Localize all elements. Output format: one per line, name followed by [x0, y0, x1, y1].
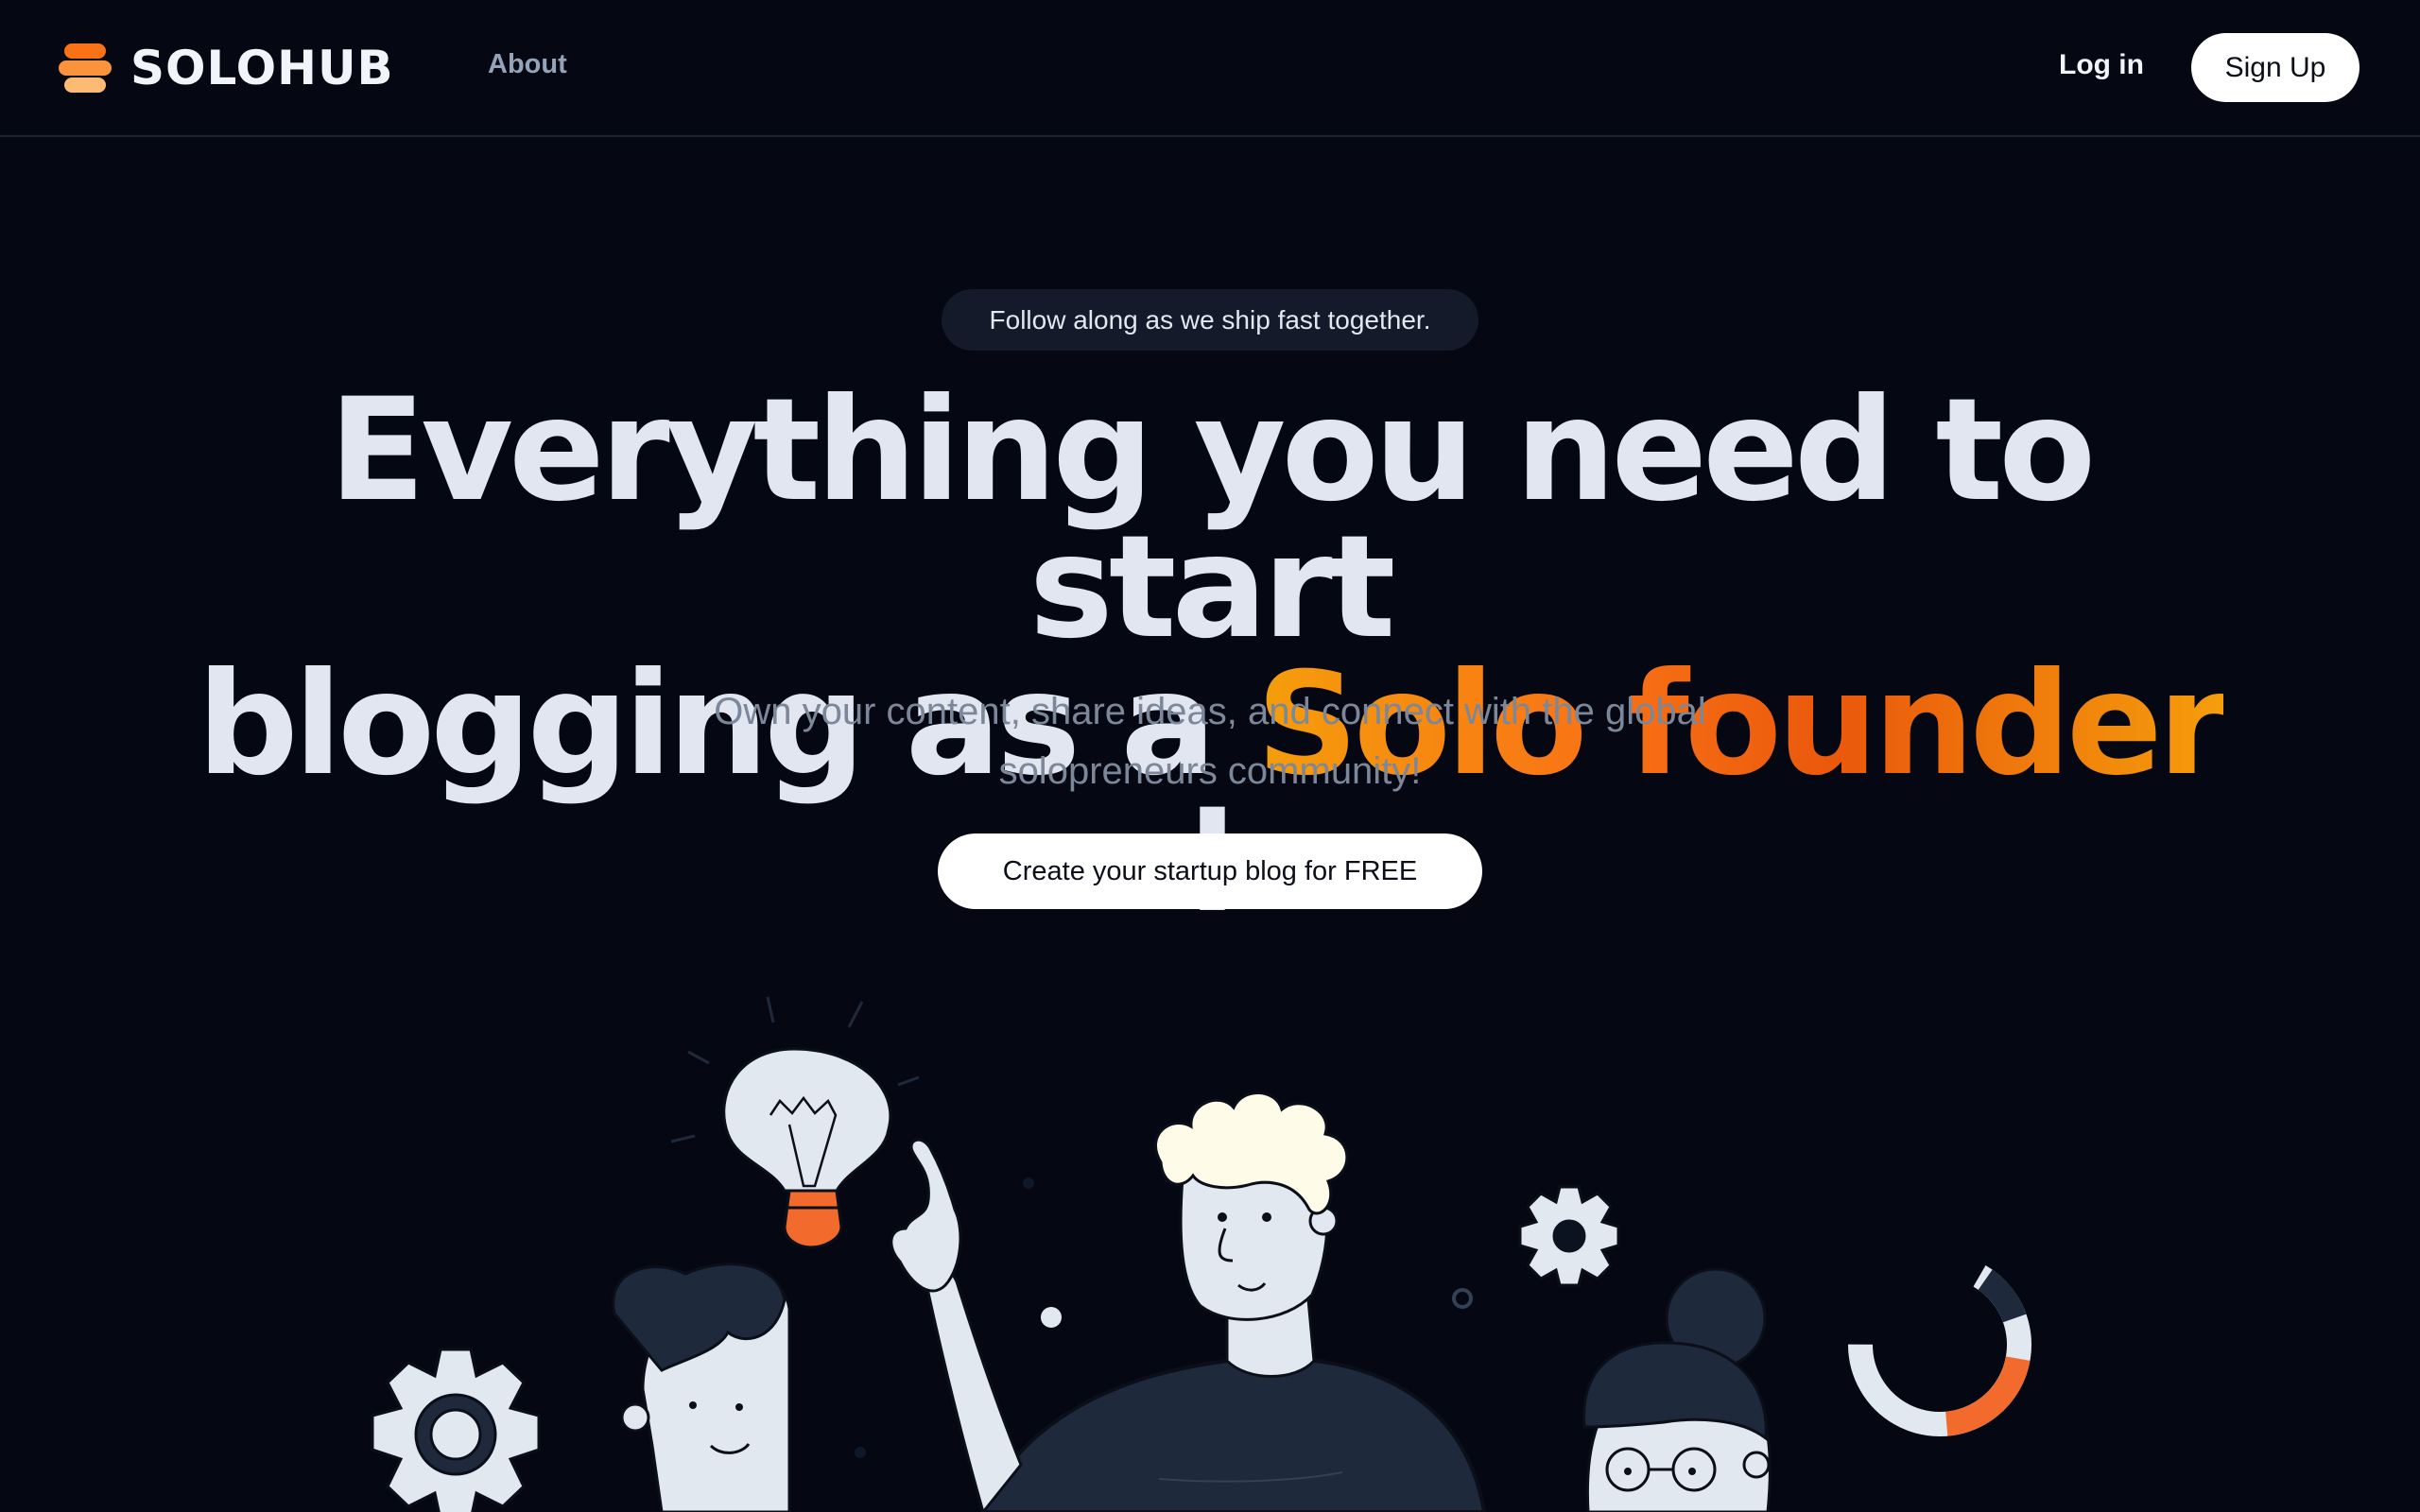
- brand-logo[interactable]: SOLOHUB: [59, 38, 394, 98]
- hero-illustration: [371, 996, 2031, 1512]
- lightbulb-icon: [670, 996, 920, 1249]
- brand-name: SOLOHUB: [130, 41, 394, 95]
- person-left: [612, 1263, 791, 1512]
- nav-link-about[interactable]: About: [488, 49, 567, 80]
- progress-ring: [1848, 1252, 2031, 1436]
- signup-button[interactable]: Sign Up: [2191, 33, 2360, 102]
- logo-icon: [59, 40, 112, 96]
- create-blog-button[interactable]: Create your startup blog for FREE: [938, 833, 1482, 909]
- top-nav: SOLOHUB About Log in Sign Up: [0, 0, 2420, 137]
- gear-icon: [1518, 1185, 1620, 1287]
- hero-subtext: Own your content, share ideas, and conne…: [714, 691, 1706, 792]
- announcement-pill: Follow along as we ship fast together.: [942, 289, 1478, 351]
- person-pointing: [890, 1091, 1487, 1512]
- login-link[interactable]: Log in: [2059, 49, 2144, 81]
- person-right: [1582, 1267, 1772, 1512]
- gear-icon: [371, 1348, 541, 1512]
- landing-page: SOLOHUB About Log in Sign Up Follow alon…: [0, 0, 2420, 1512]
- headline-line-1: Everything you need to start: [328, 369, 2096, 670]
